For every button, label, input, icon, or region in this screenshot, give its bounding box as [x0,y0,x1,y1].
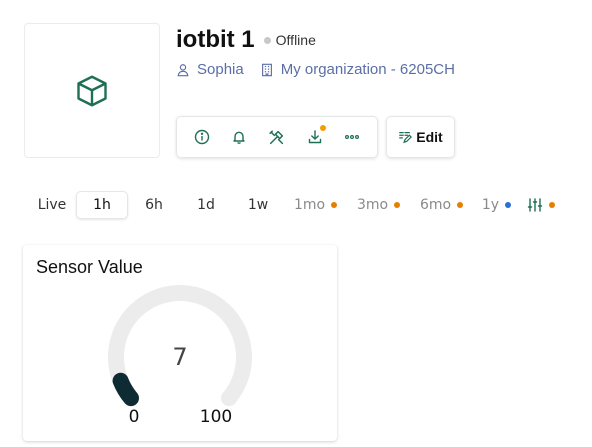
range-indicator-dot [549,202,555,208]
range-1mo[interactable]: 1mo [284,191,347,219]
range-3mo[interactable]: 3mo [347,191,410,219]
range-indicator-dot [331,202,338,208]
more-button[interactable] [338,123,366,151]
info-button[interactable] [188,123,216,151]
gauge-max-label: 100 [200,407,232,427]
gauge-value: 7 [172,343,187,371]
status-badge: Offline [263,32,316,48]
device-meta: Sophia My organization - 6205CH [176,61,455,78]
gauge-chart: 7 0 100 [108,285,252,427]
user-icon [177,63,189,76]
gauge-min-label: 0 [129,407,140,427]
alerts-button[interactable] [225,123,253,151]
range-label: 6mo [419,197,452,213]
building-icon [261,63,272,76]
range-live[interactable]: Live [28,191,76,219]
download-button[interactable] [301,123,329,151]
range-label: 1y [481,197,500,213]
time-range-selector: Live 1h 6h 1d 1w 1mo 3mo 6mo 1y [28,190,562,220]
download-icon [308,130,321,144]
range-1w[interactable]: 1w [232,191,284,219]
download-notification-dot [319,125,326,131]
edit-button[interactable]: Edit [386,116,455,158]
bell-icon [233,131,246,144]
sensor-gauge-widget: Sensor Value 7 0 100 [23,245,337,441]
edit-label: Edit [416,129,443,145]
device-header: iotbit 1 Offline [176,26,316,54]
range-1h[interactable]: 1h [76,191,128,219]
gauge-fill [112,372,139,407]
range-1d[interactable]: 1d [180,191,232,219]
tools-icon [269,129,284,144]
cube-icon [77,75,107,106]
range-1y[interactable]: 1y [473,191,520,219]
range-label: 1w [247,197,269,213]
sliders-icon [527,198,543,212]
device-title: iotbit 1 [176,26,255,53]
range-label: 6h [145,197,163,213]
range-indicator-dot [394,202,401,208]
organization-link[interactable]: My organization - 6205CH [260,61,455,78]
range-label: 1h [93,197,111,213]
device-thumbnail [24,23,160,158]
device-actions-toolbar [176,116,378,158]
custom-range-button[interactable] [520,191,562,219]
range-indicator-dot [457,202,464,208]
owner-link[interactable]: Sophia [176,61,244,78]
range-indicator-dot [505,202,512,208]
range-label: Live [37,197,67,213]
owner-name: Sophia [197,61,244,78]
more-icon [345,134,360,139]
tools-button[interactable] [263,123,291,151]
organization-name: My organization - 6205CH [280,61,455,78]
range-6h[interactable]: 6h [128,191,180,219]
range-label: 1mo [293,197,326,213]
info-icon [194,129,209,145]
status-dot [263,36,271,44]
range-label: 3mo [356,197,389,213]
range-label: 1d [197,197,215,213]
status-label: Offline [275,32,316,48]
range-6mo[interactable]: 6mo [410,191,473,219]
edit-dashboard-icon [399,132,413,144]
